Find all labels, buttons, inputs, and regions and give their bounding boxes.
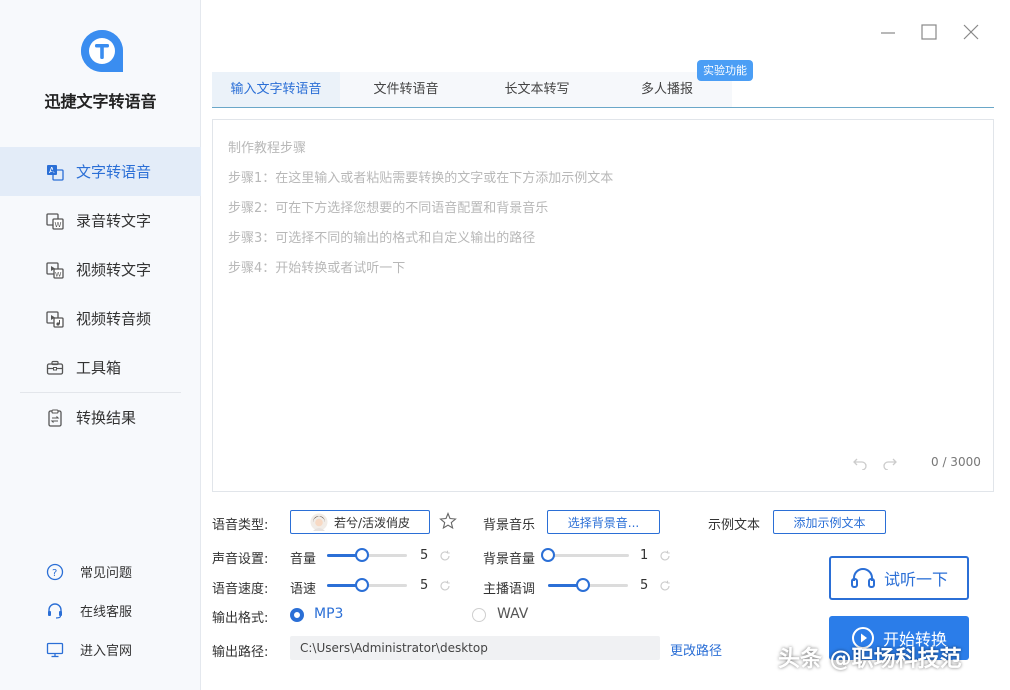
speed-label: 语速 [290, 582, 317, 597]
results-icon [48, 408, 62, 427]
video-to-audio-icon [46, 310, 64, 328]
sidebar-item-label: 录音转文字 [76, 212, 152, 230]
output-format-label: 输出格式: [212, 611, 269, 626]
sidebar-item-label: 视频转文字 [76, 261, 152, 279]
undo-icon[interactable] [853, 456, 867, 470]
speed-slider[interactable] [327, 578, 407, 592]
sound-settings-label: 声音设置: [212, 552, 269, 567]
minimize-icon[interactable] [878, 22, 898, 42]
sidebar-item-toolbox[interactable]: 工具箱 [0, 343, 201, 392]
star-icon[interactable] [439, 512, 457, 530]
bgm-volume-value: 1 [640, 548, 649, 563]
question-icon: ? [46, 563, 64, 580]
voice-select-button[interactable]: 若兮/活泼俏皮 [290, 510, 430, 534]
speed-reset-icon[interactable] [439, 580, 451, 592]
sidebar-item-recording-to-text[interactable]: W 录音转文字 [0, 196, 201, 245]
official-site-label: 进入官网 [80, 644, 133, 659]
pitch-label: 主播语调 [483, 582, 536, 597]
faq-link[interactable]: ? 常见问题 [0, 552, 201, 591]
placeholder-line: 制作教程步骤 [228, 141, 307, 156]
volume-value: 5 [420, 548, 429, 563]
format-wav-radio[interactable] [472, 608, 486, 622]
official-site-link[interactable]: 进入官网 [0, 630, 201, 669]
sidebar-item-label: 工具箱 [76, 359, 122, 377]
voice-name: 若兮/活泼俏皮 [333, 515, 411, 530]
placeholder-line: 步骤4：开始转换或者试听一下 [228, 261, 406, 276]
volume-slider[interactable] [327, 548, 407, 562]
volume-reset-icon[interactable] [439, 550, 451, 562]
bgm-volume-slider[interactable] [541, 548, 629, 562]
toolbox-icon [46, 360, 64, 375]
faq-label: 常见问题 [80, 566, 133, 581]
output-path-field[interactable]: C:\Users\Administrator\desktop [290, 636, 660, 660]
recording-to-text-icon: W [46, 212, 64, 230]
voice-type-label: 语音类型: [212, 518, 269, 533]
volume-label: 音量 [290, 552, 317, 567]
close-icon[interactable] [961, 22, 981, 42]
svg-text:W: W [55, 270, 62, 278]
sidebar: 迅捷文字转语音 A 文字转语音 W 录音转文字 W 视频转文字 视频转音频 工具… [0, 0, 201, 690]
experimental-badge: 实验功能 [697, 60, 753, 81]
pitch-slider[interactable] [548, 578, 628, 592]
bgm-label: 背景音乐 [483, 518, 536, 533]
output-path-label: 输出路径: [212, 645, 269, 660]
speed-settings-label: 语音速度: [212, 582, 269, 597]
tab-file-to-speech[interactable]: 文件转语音 [340, 72, 472, 107]
pitch-reset-icon[interactable] [659, 580, 671, 592]
sidebar-item-label: 转换结果 [76, 409, 137, 427]
online-support-link[interactable]: 在线客服 [0, 591, 201, 630]
format-mp3-radio[interactable] [290, 608, 304, 622]
tab-bar: 输入文字转语音 文件转语音 长文本转写 多人播报 [212, 72, 994, 108]
sidebar-item-label: 视频转音频 [76, 310, 152, 328]
preview-listen-label: 试听一下 [883, 570, 948, 589]
pitch-value: 5 [640, 578, 649, 593]
select-bgm-button[interactable]: 选择背景音... [547, 510, 660, 534]
format-wav-label[interactable]: WAV [497, 606, 528, 622]
sample-text-label: 示例文本 [708, 518, 761, 533]
char-counter: 0 / 3000 [931, 455, 981, 469]
svg-text:W: W [55, 221, 62, 229]
svg-text:?: ? [52, 568, 57, 579]
text-input-area[interactable]: 制作教程步骤 步骤1：在这里输入或者粘贴需要转换的文字或在下方添加示例文本 步骤… [212, 119, 994, 492]
monitor-icon [46, 642, 64, 657]
app-name: 迅捷文字转语音 [44, 92, 157, 111]
maximize-icon[interactable] [919, 22, 939, 42]
change-path-link[interactable]: 更改路径 [670, 640, 722, 659]
video-to-text-icon: W [46, 261, 64, 279]
redo-icon[interactable] [883, 456, 897, 470]
placeholder-line: 步骤1：在这里输入或者粘贴需要转换的文字或在下方添加示例文本 [228, 171, 614, 186]
online-support-label: 在线客服 [80, 605, 133, 620]
tab-long-text-transcribe[interactable]: 长文本转写 [472, 72, 602, 107]
app-logo-icon [81, 30, 123, 72]
text-to-speech-icon: A [47, 164, 64, 181]
bgm-volume-reset-icon[interactable] [659, 550, 671, 562]
add-sample-text-button[interactable]: 添加示例文本 [773, 510, 886, 534]
bgm-volume-label: 背景音量 [483, 552, 536, 567]
sidebar-item-video-to-text[interactable]: W 视频转文字 [0, 245, 201, 294]
speed-value: 5 [420, 578, 429, 593]
sidebar-item-text-to-speech[interactable]: A 文字转语音 [0, 147, 201, 196]
preview-listen-button[interactable]: 试听一下 [829, 556, 969, 600]
sidebar-item-video-to-audio[interactable]: 视频转音频 [0, 294, 201, 343]
headphones-icon [850, 568, 875, 588]
voice-avatar-icon [310, 513, 328, 531]
sidebar-bottom-links: ? 常见问题 在线客服 进入官网 [0, 552, 201, 669]
sidebar-item-results[interactable]: 转换结果 [0, 393, 201, 442]
sidebar-item-label: 文字转语音 [76, 163, 152, 181]
sidebar-nav: A 文字转语音 W 录音转文字 W 视频转文字 视频转音频 工具箱 转换结果 [0, 147, 201, 442]
placeholder-line: 步骤3：可选择不同的输出的格式和自定义输出的路径 [228, 231, 536, 246]
headset-icon [48, 602, 62, 619]
watermark-text: 头条 @职场科技范 [778, 647, 962, 672]
placeholder-line: 步骤2：可在下方选择您想要的不同语音配置和背景音乐 [228, 201, 549, 216]
tab-input-text-to-speech[interactable]: 输入文字转语音 [212, 72, 340, 107]
format-mp3-label[interactable]: MP3 [314, 606, 343, 622]
